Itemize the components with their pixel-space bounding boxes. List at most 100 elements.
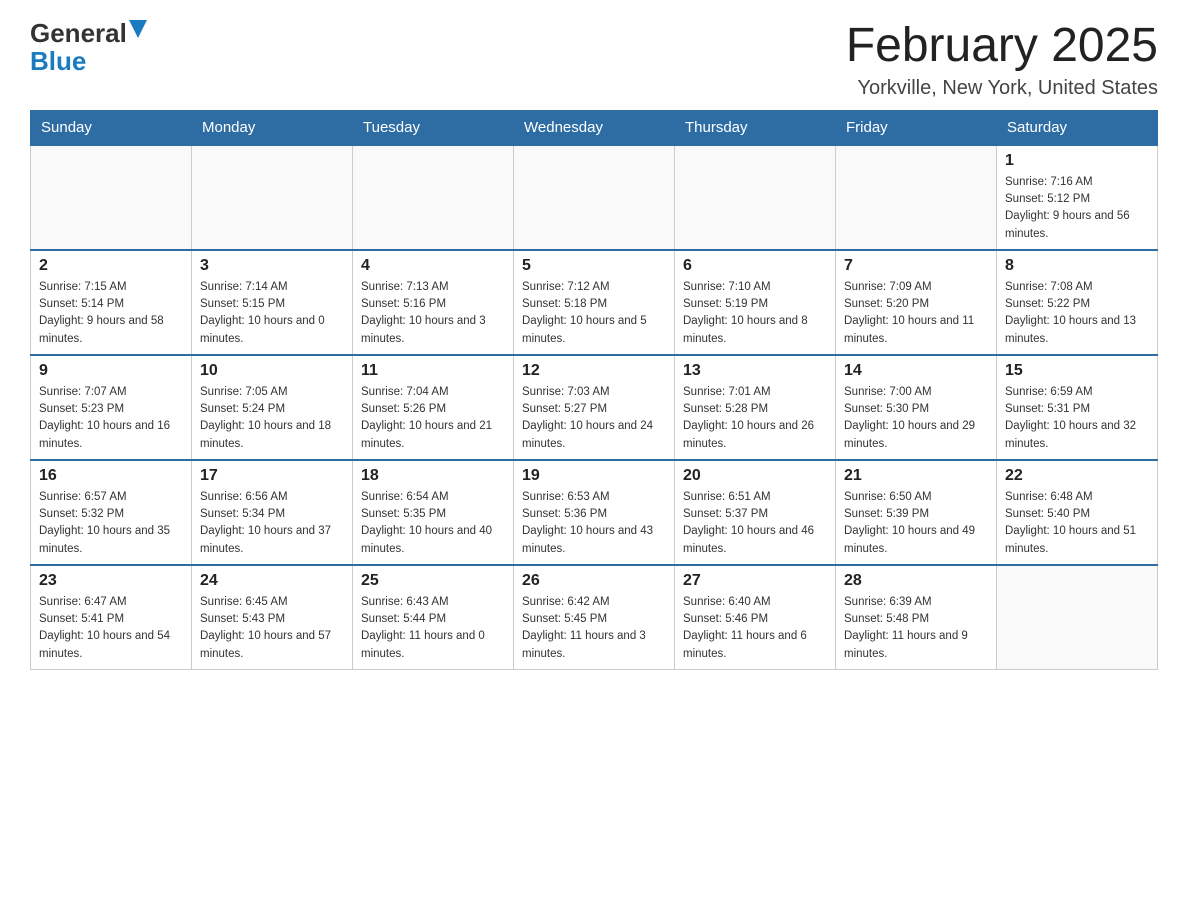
- weekday-header-tuesday: Tuesday: [353, 110, 514, 145]
- day-info: Sunrise: 6:56 AMSunset: 5:34 PMDaylight:…: [200, 489, 344, 558]
- weekday-header-row: SundayMondayTuesdayWednesdayThursdayFrid…: [31, 110, 1158, 145]
- day-info: Sunrise: 6:50 AMSunset: 5:39 PMDaylight:…: [844, 489, 988, 558]
- calendar-cell: [675, 145, 836, 250]
- calendar-cell: 18 Sunrise: 6:54 AMSunset: 5:35 PMDayligh…: [353, 460, 514, 565]
- calendar-week-row: 1 Sunrise: 7:16 AMSunset: 5:12 PMDaylight…: [31, 145, 1158, 250]
- day-number: 27: [683, 572, 827, 590]
- calendar-cell: 4 Sunrise: 7:13 AMSunset: 5:16 PMDaylight…: [353, 250, 514, 355]
- calendar-cell: 25Sunrise: 6:43 AMSunset: 5:44 PMDayligh…: [353, 565, 514, 670]
- calendar-cell: 15 Sunrise: 6:59 AMSunset: 5:31 PMDayligh…: [997, 355, 1158, 460]
- calendar-cell: 1 Sunrise: 7:16 AMSunset: 5:12 PMDaylight…: [997, 145, 1158, 250]
- calendar-cell: 14 Sunrise: 7:00 AMSunset: 5:30 PMDayligh…: [836, 355, 997, 460]
- day-info: Sunrise: 7:10 AMSunset: 5:19 PMDaylight:…: [683, 279, 827, 348]
- calendar-cell: [31, 145, 192, 250]
- calendar-week-row: 16 Sunrise: 6:57 AMSunset: 5:32 PMDayligh…: [31, 460, 1158, 565]
- day-number: 10: [200, 362, 344, 380]
- calendar-cell: 10 Sunrise: 7:05 AMSunset: 5:24 PMDayligh…: [192, 355, 353, 460]
- calendar-cell: 22 Sunrise: 6:48 AMSunset: 5:40 PMDayligh…: [997, 460, 1158, 565]
- day-info: Sunrise: 7:12 AMSunset: 5:18 PMDaylight:…: [522, 279, 666, 348]
- weekday-header-sunday: Sunday: [31, 110, 192, 145]
- calendar-cell: 12 Sunrise: 7:03 AMSunset: 5:27 PMDayligh…: [514, 355, 675, 460]
- calendar-week-row: 9Sunrise: 7:07 AMSunset: 5:23 PMDaylight…: [31, 355, 1158, 460]
- day-number: 26: [522, 572, 666, 590]
- location-subtitle: Yorkville, New York, United States: [846, 77, 1158, 100]
- weekday-header-saturday: Saturday: [997, 110, 1158, 145]
- day-info: Sunrise: 7:05 AMSunset: 5:24 PMDaylight:…: [200, 384, 344, 453]
- day-number: 22: [1005, 467, 1149, 485]
- calendar-cell: 5 Sunrise: 7:12 AMSunset: 5:18 PMDaylight…: [514, 250, 675, 355]
- calendar-cell: 20 Sunrise: 6:51 AMSunset: 5:37 PMDayligh…: [675, 460, 836, 565]
- logo-blue-text: Blue: [30, 46, 86, 76]
- day-number: 12: [522, 362, 666, 380]
- calendar-cell: 28Sunrise: 6:39 AMSunset: 5:48 PMDayligh…: [836, 565, 997, 670]
- month-year-title: February 2025: [846, 20, 1158, 73]
- calendar-cell: 9Sunrise: 7:07 AMSunset: 5:23 PMDaylight…: [31, 355, 192, 460]
- calendar-week-row: 23 Sunrise: 6:47 AMSunset: 5:41 PMDayligh…: [31, 565, 1158, 670]
- calendar-cell: [997, 565, 1158, 670]
- day-info: Sunrise: 7:08 AMSunset: 5:22 PMDaylight:…: [1005, 279, 1149, 348]
- calendar-table: SundayMondayTuesdayWednesdayThursdayFrid…: [30, 110, 1158, 670]
- day-info: Sunrise: 6:47 AMSunset: 5:41 PMDaylight:…: [39, 594, 183, 663]
- weekday-header-friday: Friday: [836, 110, 997, 145]
- day-number: 19: [522, 467, 666, 485]
- day-info: Sunrise: 6:42 AMSunset: 5:45 PMDaylight:…: [522, 594, 666, 663]
- day-number: 16: [39, 467, 183, 485]
- day-info: Sunrise: 6:57 AMSunset: 5:32 PMDaylight:…: [39, 489, 183, 558]
- day-number: 21: [844, 467, 988, 485]
- day-info: Sunrise: 7:04 AMSunset: 5:26 PMDaylight:…: [361, 384, 505, 453]
- day-info: Sunrise: 7:15 AMSunset: 5:14 PMDaylight:…: [39, 279, 183, 348]
- calendar-cell: 17 Sunrise: 6:56 AMSunset: 5:34 PMDayligh…: [192, 460, 353, 565]
- day-info: Sunrise: 6:54 AMSunset: 5:35 PMDaylight:…: [361, 489, 505, 558]
- calendar-cell: [353, 145, 514, 250]
- day-number: 28: [844, 572, 988, 590]
- day-number: 23: [39, 572, 183, 590]
- day-info: Sunrise: 7:03 AMSunset: 5:27 PMDaylight:…: [522, 384, 666, 453]
- day-number: 17: [200, 467, 344, 485]
- calendar-cell: 2 Sunrise: 7:15 AMSunset: 5:14 PMDaylight…: [31, 250, 192, 355]
- title-section: February 2025 Yorkville, New York, Unite…: [846, 20, 1158, 100]
- calendar-cell: 19 Sunrise: 6:53 AMSunset: 5:36 PMDayligh…: [514, 460, 675, 565]
- day-info: Sunrise: 7:00 AMSunset: 5:30 PMDaylight:…: [844, 384, 988, 453]
- day-info: Sunrise: 7:16 AMSunset: 5:12 PMDaylight:…: [1005, 174, 1149, 243]
- day-number: 15: [1005, 362, 1149, 380]
- day-number: 4: [361, 257, 505, 275]
- calendar-cell: 16 Sunrise: 6:57 AMSunset: 5:32 PMDayligh…: [31, 460, 192, 565]
- day-number: 18: [361, 467, 505, 485]
- day-info: Sunrise: 6:51 AMSunset: 5:37 PMDaylight:…: [683, 489, 827, 558]
- day-number: 2: [39, 257, 183, 275]
- calendar-cell: 11 Sunrise: 7:04 AMSunset: 5:26 PMDayligh…: [353, 355, 514, 460]
- calendar-cell: 8Sunrise: 7:08 AMSunset: 5:22 PMDaylight…: [997, 250, 1158, 355]
- day-info: Sunrise: 6:53 AMSunset: 5:36 PMDaylight:…: [522, 489, 666, 558]
- weekday-header-monday: Monday: [192, 110, 353, 145]
- day-info: Sunrise: 7:01 AMSunset: 5:28 PMDaylight:…: [683, 384, 827, 453]
- day-number: 1: [1005, 152, 1149, 170]
- page-header: General Blue February 2025 Yorkville, Ne…: [30, 20, 1158, 100]
- calendar-week-row: 2 Sunrise: 7:15 AMSunset: 5:14 PMDaylight…: [31, 250, 1158, 355]
- day-info: Sunrise: 6:48 AMSunset: 5:40 PMDaylight:…: [1005, 489, 1149, 558]
- day-number: 20: [683, 467, 827, 485]
- logo: General Blue: [30, 20, 147, 77]
- day-info: Sunrise: 7:09 AMSunset: 5:20 PMDaylight:…: [844, 279, 988, 348]
- calendar-cell: 6Sunrise: 7:10 AMSunset: 5:19 PMDaylight…: [675, 250, 836, 355]
- day-info: Sunrise: 6:40 AMSunset: 5:46 PMDaylight:…: [683, 594, 827, 663]
- day-info: Sunrise: 6:43 AMSunset: 5:44 PMDaylight:…: [361, 594, 505, 663]
- weekday-header-wednesday: Wednesday: [514, 110, 675, 145]
- day-number: 13: [683, 362, 827, 380]
- day-number: 7: [844, 257, 988, 275]
- calendar-cell: 7 Sunrise: 7:09 AMSunset: 5:20 PMDaylight…: [836, 250, 997, 355]
- day-number: 14: [844, 362, 988, 380]
- day-number: 5: [522, 257, 666, 275]
- calendar-cell: 13 Sunrise: 7:01 AMSunset: 5:28 PMDayligh…: [675, 355, 836, 460]
- day-number: 3: [200, 257, 344, 275]
- day-info: Sunrise: 7:14 AMSunset: 5:15 PMDaylight:…: [200, 279, 344, 348]
- calendar-cell: 23 Sunrise: 6:47 AMSunset: 5:41 PMDayligh…: [31, 565, 192, 670]
- calendar-cell: 27 Sunrise: 6:40 AMSunset: 5:46 PMDayligh…: [675, 565, 836, 670]
- day-info: Sunrise: 7:13 AMSunset: 5:16 PMDaylight:…: [361, 279, 505, 348]
- day-number: 9: [39, 362, 183, 380]
- weekday-header-thursday: Thursday: [675, 110, 836, 145]
- calendar-cell: [192, 145, 353, 250]
- logo-triangle-icon: [129, 20, 147, 38]
- day-info: Sunrise: 6:59 AMSunset: 5:31 PMDaylight:…: [1005, 384, 1149, 453]
- day-number: 11: [361, 362, 505, 380]
- calendar-cell: 3 Sunrise: 7:14 AMSunset: 5:15 PMDaylight…: [192, 250, 353, 355]
